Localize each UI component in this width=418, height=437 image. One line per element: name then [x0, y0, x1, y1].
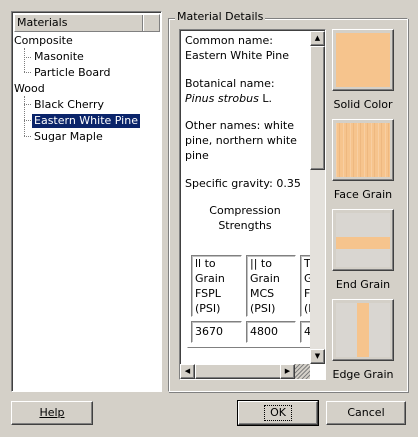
ok-button-label: OK — [264, 405, 292, 421]
help-button[interactable]: Help — [11, 401, 93, 425]
materials-column-header[interactable]: Materials — [14, 14, 160, 32]
botanical-name-value: Pinus strobus L. — [185, 91, 305, 106]
header-line: Grain — [195, 272, 225, 285]
tree-line — [24, 48, 25, 72]
header-line: ll to — [195, 257, 216, 270]
end-grain-swatch — [336, 213, 390, 267]
materials-header-label: Materials — [17, 16, 68, 29]
tree-item-eastern-white-pine[interactable]: Eastern White Pine — [32, 114, 140, 128]
botanical-genus: Pinus strobus — [185, 92, 259, 105]
other-names-line-3: pine — [185, 149, 209, 162]
scroll-right-button[interactable]: ▶ — [280, 364, 295, 379]
specific-gravity: Specific gravity: 0.35 — [185, 177, 301, 190]
compression-title-line-1: Compression — [209, 204, 281, 217]
edge-grain-label: Edge Grain — [332, 368, 394, 381]
solid-color-label: Solid Color — [333, 98, 393, 111]
tree-line — [24, 96, 25, 136]
materials-tree[interactable]: Materials Composite Masonite Particle Bo… — [11, 11, 162, 392]
end-grain-label: End Grain — [335, 278, 391, 291]
table-header-cell: ll to Grain FSPL (PSI) — [191, 255, 242, 317]
cancel-button[interactable]: Cancel — [326, 401, 406, 425]
solid-color-swatch — [336, 33, 390, 87]
face-grain-swatch-frame — [332, 119, 394, 181]
compression-table: ll to Grain FSPL (PSI) || to Grain MCS (… — [187, 251, 320, 348]
material-details-legend: Material Details — [175, 10, 266, 23]
header-line: FSPL — [195, 287, 221, 300]
tree-item-black-cherry[interactable]: Black Cherry — [34, 98, 104, 112]
solid-color-swatch-frame — [332, 29, 394, 91]
scroll-down-button[interactable]: ▼ — [310, 349, 325, 364]
tree-item-masonite[interactable]: Masonite — [34, 50, 84, 64]
face-grain-label: Face Grain — [333, 188, 393, 201]
tree-category-wood[interactable]: Wood — [14, 82, 45, 96]
header-line: MCS — [250, 287, 275, 300]
cancel-button-label: Cancel — [347, 406, 385, 419]
tree-category-composite[interactable]: Composite — [14, 34, 73, 48]
tree-line — [24, 120, 31, 121]
material-details-text[interactable]: Common name: Eastern White Pine Botanica… — [179, 29, 326, 380]
end-grain-swatch-frame — [332, 209, 394, 271]
resize-grip — [295, 364, 310, 379]
tree-line — [24, 136, 31, 137]
header-line: || to — [250, 257, 272, 270]
edge-grain-swatch — [336, 303, 390, 357]
common-name-label: Common name: — [185, 34, 273, 47]
common-name-value: Eastern White Pine — [185, 49, 289, 62]
tree-line — [24, 57, 31, 58]
header-line: (PSI) — [195, 302, 221, 315]
compression-title-line-2: Strengths — [218, 219, 272, 232]
botanical-author: L. — [262, 92, 272, 105]
table-header-cell: || to Grain MCS (PSI) — [246, 255, 296, 317]
ok-button[interactable]: OK — [237, 400, 319, 426]
scroll-left-button[interactable]: ◀ — [180, 364, 195, 379]
face-grain-swatch — [336, 123, 390, 177]
horizontal-scroll-thumb[interactable] — [195, 364, 291, 379]
tree-item-particle-board[interactable]: Particle Board — [34, 66, 110, 80]
scroll-up-button[interactable]: ▲ — [310, 31, 325, 46]
other-names-line-2: pine, northern white — [185, 134, 297, 147]
header-line: (PSI) — [250, 302, 276, 315]
column-separator[interactable] — [142, 15, 144, 31]
help-button-label: Help — [39, 406, 65, 419]
edge-grain-swatch-frame — [332, 299, 394, 361]
end-grain-band — [336, 237, 390, 249]
other-names-line-1: Other names: white — [185, 119, 294, 132]
table-value-cell: 3670 — [191, 321, 242, 343]
tree-item-sugar-maple[interactable]: Sugar Maple — [34, 130, 103, 144]
botanical-name-label: Botanical name: — [185, 77, 275, 90]
table-value-cell: 4800 — [246, 321, 296, 343]
edge-grain-band — [357, 303, 369, 357]
tree-line — [24, 72, 31, 73]
tree-line — [24, 104, 31, 105]
header-line: Grain — [250, 272, 280, 285]
